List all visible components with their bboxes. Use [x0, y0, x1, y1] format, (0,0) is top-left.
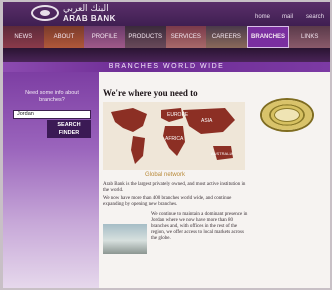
section-title: BRANCHES WORLD WIDE	[108, 63, 225, 70]
world-map-image: EUROPE ASIA AFRICA AUSTRALIA	[103, 102, 245, 170]
nav-image-strip	[3, 48, 330, 62]
seal-center	[274, 108, 300, 122]
main-nav: NEWS ABOUT PROFILE PRODUCTS SERVICES CAR…	[3, 26, 330, 48]
intro-paragraph: Arab Bank is the largest privately owned…	[103, 182, 246, 193]
page-heading: We're where you need to	[103, 88, 198, 98]
section-bar: BRANCHES WORLD WIDE	[3, 62, 330, 72]
brand-name: ARAB BANK	[63, 14, 116, 23]
nav-about[interactable]: ABOUT	[43, 26, 85, 48]
util-link-home[interactable]: home	[255, 14, 270, 20]
building-photo	[103, 224, 147, 254]
map-label-europe: EUROPE	[167, 112, 189, 118]
map-label-australia: AUSTRALIA	[211, 151, 234, 156]
util-link-mail[interactable]: mail	[282, 14, 293, 20]
country-select[interactable]: Jordan	[13, 110, 91, 119]
left-panel: Need some info about branches? Jordan SE…	[3, 72, 99, 288]
search-finder-button[interactable]: SEARCH FINDER	[47, 120, 91, 138]
nav-services[interactable]: SERVICES	[165, 26, 207, 48]
branch-question: Need some info about branches?	[25, 90, 79, 103]
presence-paragraph: We continue to maintain a dominant prese…	[151, 212, 248, 241]
map-label-africa: AFRICA	[165, 136, 184, 142]
main-content: We're where you need to EUROPE ASIA AFRI…	[99, 72, 330, 288]
map-caption: Global network	[145, 172, 186, 178]
nav-careers[interactable]: CAREERS	[206, 26, 247, 48]
map-label-asia: ASIA	[201, 118, 213, 124]
bank-logo-icon[interactable]	[31, 5, 59, 21]
nav-branches[interactable]: BRANCHES	[246, 26, 290, 48]
browser-screen: البنك العربي ARAB BANK home mail search …	[3, 2, 330, 288]
nav-links[interactable]: LINKS	[289, 26, 330, 48]
site-header: البنك العربي ARAB BANK home mail search	[3, 2, 330, 26]
brand-arabic: البنك العربي	[63, 4, 109, 14]
branches-paragraph: We now have more than 400 branches world…	[103, 196, 232, 207]
nav-products[interactable]: PRODUCTS	[124, 26, 166, 48]
util-link-search[interactable]: search	[306, 14, 324, 20]
nav-news[interactable]: NEWS	[3, 26, 44, 48]
nav-profile[interactable]: PROFILE	[84, 26, 125, 48]
